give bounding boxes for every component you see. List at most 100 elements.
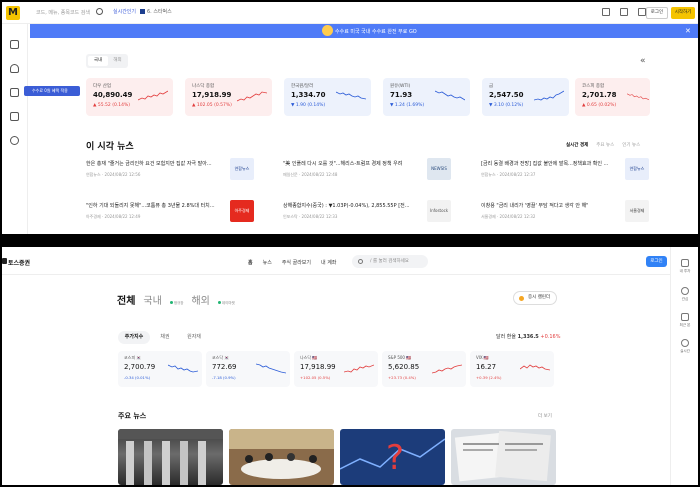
meeting-room-image (229, 429, 334, 479)
market-tabs: 전체 국내 정규장 해외 데이마켓 (117, 292, 235, 307)
search-input[interactable]: / 를 눌러 검색하세요 (352, 255, 428, 268)
news-photo[interactable]: ? (340, 429, 445, 485)
chip-bonds[interactable]: 채권 (154, 331, 176, 344)
index-change: ▼ 1.24 (1.69%) (390, 103, 425, 108)
kb-window: M 코드, 메뉴, 종목코드 검색 실시간인기 6. 스타벅스 로그인 시작하기… (0, 0, 700, 236)
news-section-title[interactable]: 이 시각 뉴스 (86, 139, 134, 152)
svg-text:?: ? (386, 438, 404, 478)
sparkline (336, 91, 366, 100)
collapse-icon[interactable]: « (640, 56, 646, 66)
sparkline (432, 364, 462, 374)
chip-commodities[interactable]: 원자재 (180, 331, 208, 344)
news-meta: 연합뉴스 · 2024/08/22 12:56 (86, 172, 141, 177)
news-headline: "인하 기대 되돌리지 못해"...코툼퓨 총 3년물 2.8%대 터치... (86, 203, 215, 209)
index-card[interactable]: VIX 🇺🇸 16.27 +0.39 (2.4%) (470, 351, 554, 387)
index-value: 71.93 (390, 91, 413, 99)
wallet-icon[interactable] (10, 112, 19, 121)
news-item[interactable]: "인하 기대 되돌리지 못해"...코툼퓨 총 3년물 2.8%대 터치... … (86, 200, 256, 224)
index-card[interactable]: 코스피 종합 2,701.78 ▲ 0.65 (0.02%) (575, 78, 650, 116)
status-dot-icon (217, 301, 221, 304)
rail-realtime[interactable]: 실시간 (671, 339, 698, 354)
star-icon[interactable] (10, 64, 19, 73)
toss-logo[interactable]: 토스증권 (8, 258, 30, 267)
index-value: 5,620.85 (388, 363, 420, 371)
realtime-popular-label[interactable]: 실시간인기 (113, 8, 136, 15)
index-card[interactable]: 나스닥 종합 17,918.99 ▲ 102.05 (0.57%) (185, 78, 272, 116)
index-card[interactable]: 한국원/달러 1,334.70 ▼ 1.90 (0.14%) (284, 78, 371, 116)
news-item[interactable]: [금리 동결 배경과 전망] 집값 불안에 발목...정책효과 확인 ... 연… (481, 158, 651, 182)
sparkline (520, 364, 550, 371)
question-mark-chart-image: ? (340, 438, 445, 478)
download-icon[interactable] (602, 8, 610, 16)
chevron-right-icon[interactable]: › (129, 139, 133, 149)
news-thumbnail: 아주경제 (230, 200, 254, 222)
chat-icon[interactable] (10, 88, 19, 97)
news-photo[interactable] (118, 429, 223, 485)
segment-domestic[interactable]: 국내 (88, 56, 108, 66)
nav-news[interactable]: 뉴스 (263, 259, 272, 266)
tab-popular-news[interactable]: 인기 뉴스 (622, 142, 640, 148)
right-rail: 내 투자 관심 최근 본 실시간 (670, 247, 698, 485)
index-card[interactable]: 원유(WTI) 71.93 ▼ 1.24 (1.69%) (383, 78, 470, 116)
sparkline (627, 93, 649, 100)
index-card[interactable]: 코스닥 🇰🇷 772.69 -7.18 (0.9%) (206, 351, 290, 387)
sound-icon[interactable] (620, 8, 628, 16)
home-icon[interactable] (10, 40, 19, 49)
news-meta: 아주경제 · 2024/08/22 12:49 (86, 214, 141, 219)
news-item[interactable]: "美 인플레 다시 오를 것"...해리스-트럼프 경제 정책 우려 매일신문 … (283, 158, 453, 182)
more-icon[interactable] (638, 8, 646, 16)
realtime-popular-rank[interactable]: 6. 스타벅스 (140, 8, 172, 15)
tab-all[interactable]: 전체 (117, 292, 135, 307)
segment-overseas[interactable]: 해외 (109, 56, 126, 66)
logo[interactable]: M (6, 6, 20, 20)
index-card[interactable]: 다우 산업 40,890.49 ▲ 55.52 (0.14%) (86, 78, 173, 116)
toss-window: 토스증권 홈 뉴스 주식 골라보기 내 계좌 / 를 눌러 검색하세요 로그인 … (0, 245, 700, 487)
index-name: 나스닥 종합 (192, 84, 215, 89)
news-item[interactable]: 한은 총재 "줄거는 금리인하 요건 모험지만 집값 자극 말아... 연합뉴스… (86, 158, 256, 182)
index-card[interactable]: 금 2,547.50 ▼ 3.10 (0.12%) (482, 78, 569, 116)
news-thumbnail: 연합뉴스 (230, 158, 254, 180)
search-icon[interactable] (96, 8, 103, 15)
nav-my-account[interactable]: 내 계좌 (321, 259, 336, 266)
newspapers-image (454, 430, 551, 482)
chip-indices[interactable]: 주가지수 (118, 331, 150, 344)
news-headline: 이창용 "금리 내리가 '영끌' 부담 적다고 생각 안 해" (481, 203, 589, 209)
login-button[interactable]: 로그인 (646, 7, 668, 19)
news-item[interactable]: 이창용 "금리 내리가 '영끌' 부담 적다고 생각 안 해" 서울경제 · 2… (481, 200, 651, 224)
index-card[interactable]: 나스닥 🇺🇸 17,918.99 +102.05 (0.5%) (294, 351, 378, 387)
rail-recent[interactable]: 최근 본 (671, 313, 698, 328)
nav-screener[interactable]: 주식 골라보기 (282, 259, 311, 266)
clock-icon[interactable] (10, 136, 19, 145)
news-item[interactable]: 상해종합지수(중국) : ▼1.03P(-0.04%), 2,855.55P [… (283, 200, 453, 224)
tab-main-news[interactable]: 주요 뉴스 (596, 142, 614, 148)
index-name: VIX 🇺🇸 (476, 355, 489, 360)
sparkline (138, 90, 168, 101)
clock-icon (681, 313, 689, 321)
promo-banner[interactable]: 수수료 미국 국내 수수료 완전 무료 GO ✕ (30, 24, 698, 38)
close-icon[interactable]: ✕ (685, 27, 691, 35)
rail-my-investments[interactable]: 내 투자 (671, 259, 698, 274)
login-button[interactable]: 로그인 (646, 256, 667, 267)
index-value: 16.27 (476, 363, 497, 371)
news-photo[interactable] (451, 429, 556, 485)
index-card[interactable]: 코스피 🇰🇷 2,700.79 -0.34 (0.01%) (118, 351, 202, 387)
rail-watchlist[interactable]: 관심 (671, 287, 698, 302)
tab-overseas-status: 데이마켓 (217, 301, 235, 306)
news-meta: 매일신문 · 2024/08/22 12:48 (283, 172, 338, 177)
tab-domestic[interactable]: 국내 (143, 292, 161, 307)
index-change: ▲ 55.52 (0.14%) (93, 103, 131, 108)
news-photo[interactable] (229, 429, 334, 485)
index-change: ▲ 102.05 (0.57%) (192, 103, 232, 108)
index-name: 나스닥 🇺🇸 (300, 355, 318, 360)
more-link[interactable]: 더 보기 (538, 413, 552, 419)
index-change: +23.73 (0.4%) (388, 375, 416, 380)
signup-button[interactable]: 시작하기 (671, 7, 695, 19)
sparkline (168, 364, 198, 373)
tab-overseas[interactable]: 해외 (191, 292, 209, 307)
nav-home[interactable]: 홈 (248, 259, 253, 266)
index-name: S&P 500 🇺🇸 (388, 355, 412, 360)
tab-realtime-economy[interactable]: 실시간 경제 (566, 142, 588, 148)
index-value: 2,701.78 (582, 91, 617, 99)
index-card[interactable]: S&P 500 🇺🇸 5,620.85 +23.73 (0.4%) (382, 351, 466, 387)
rail-label: 관심 (681, 297, 689, 301)
